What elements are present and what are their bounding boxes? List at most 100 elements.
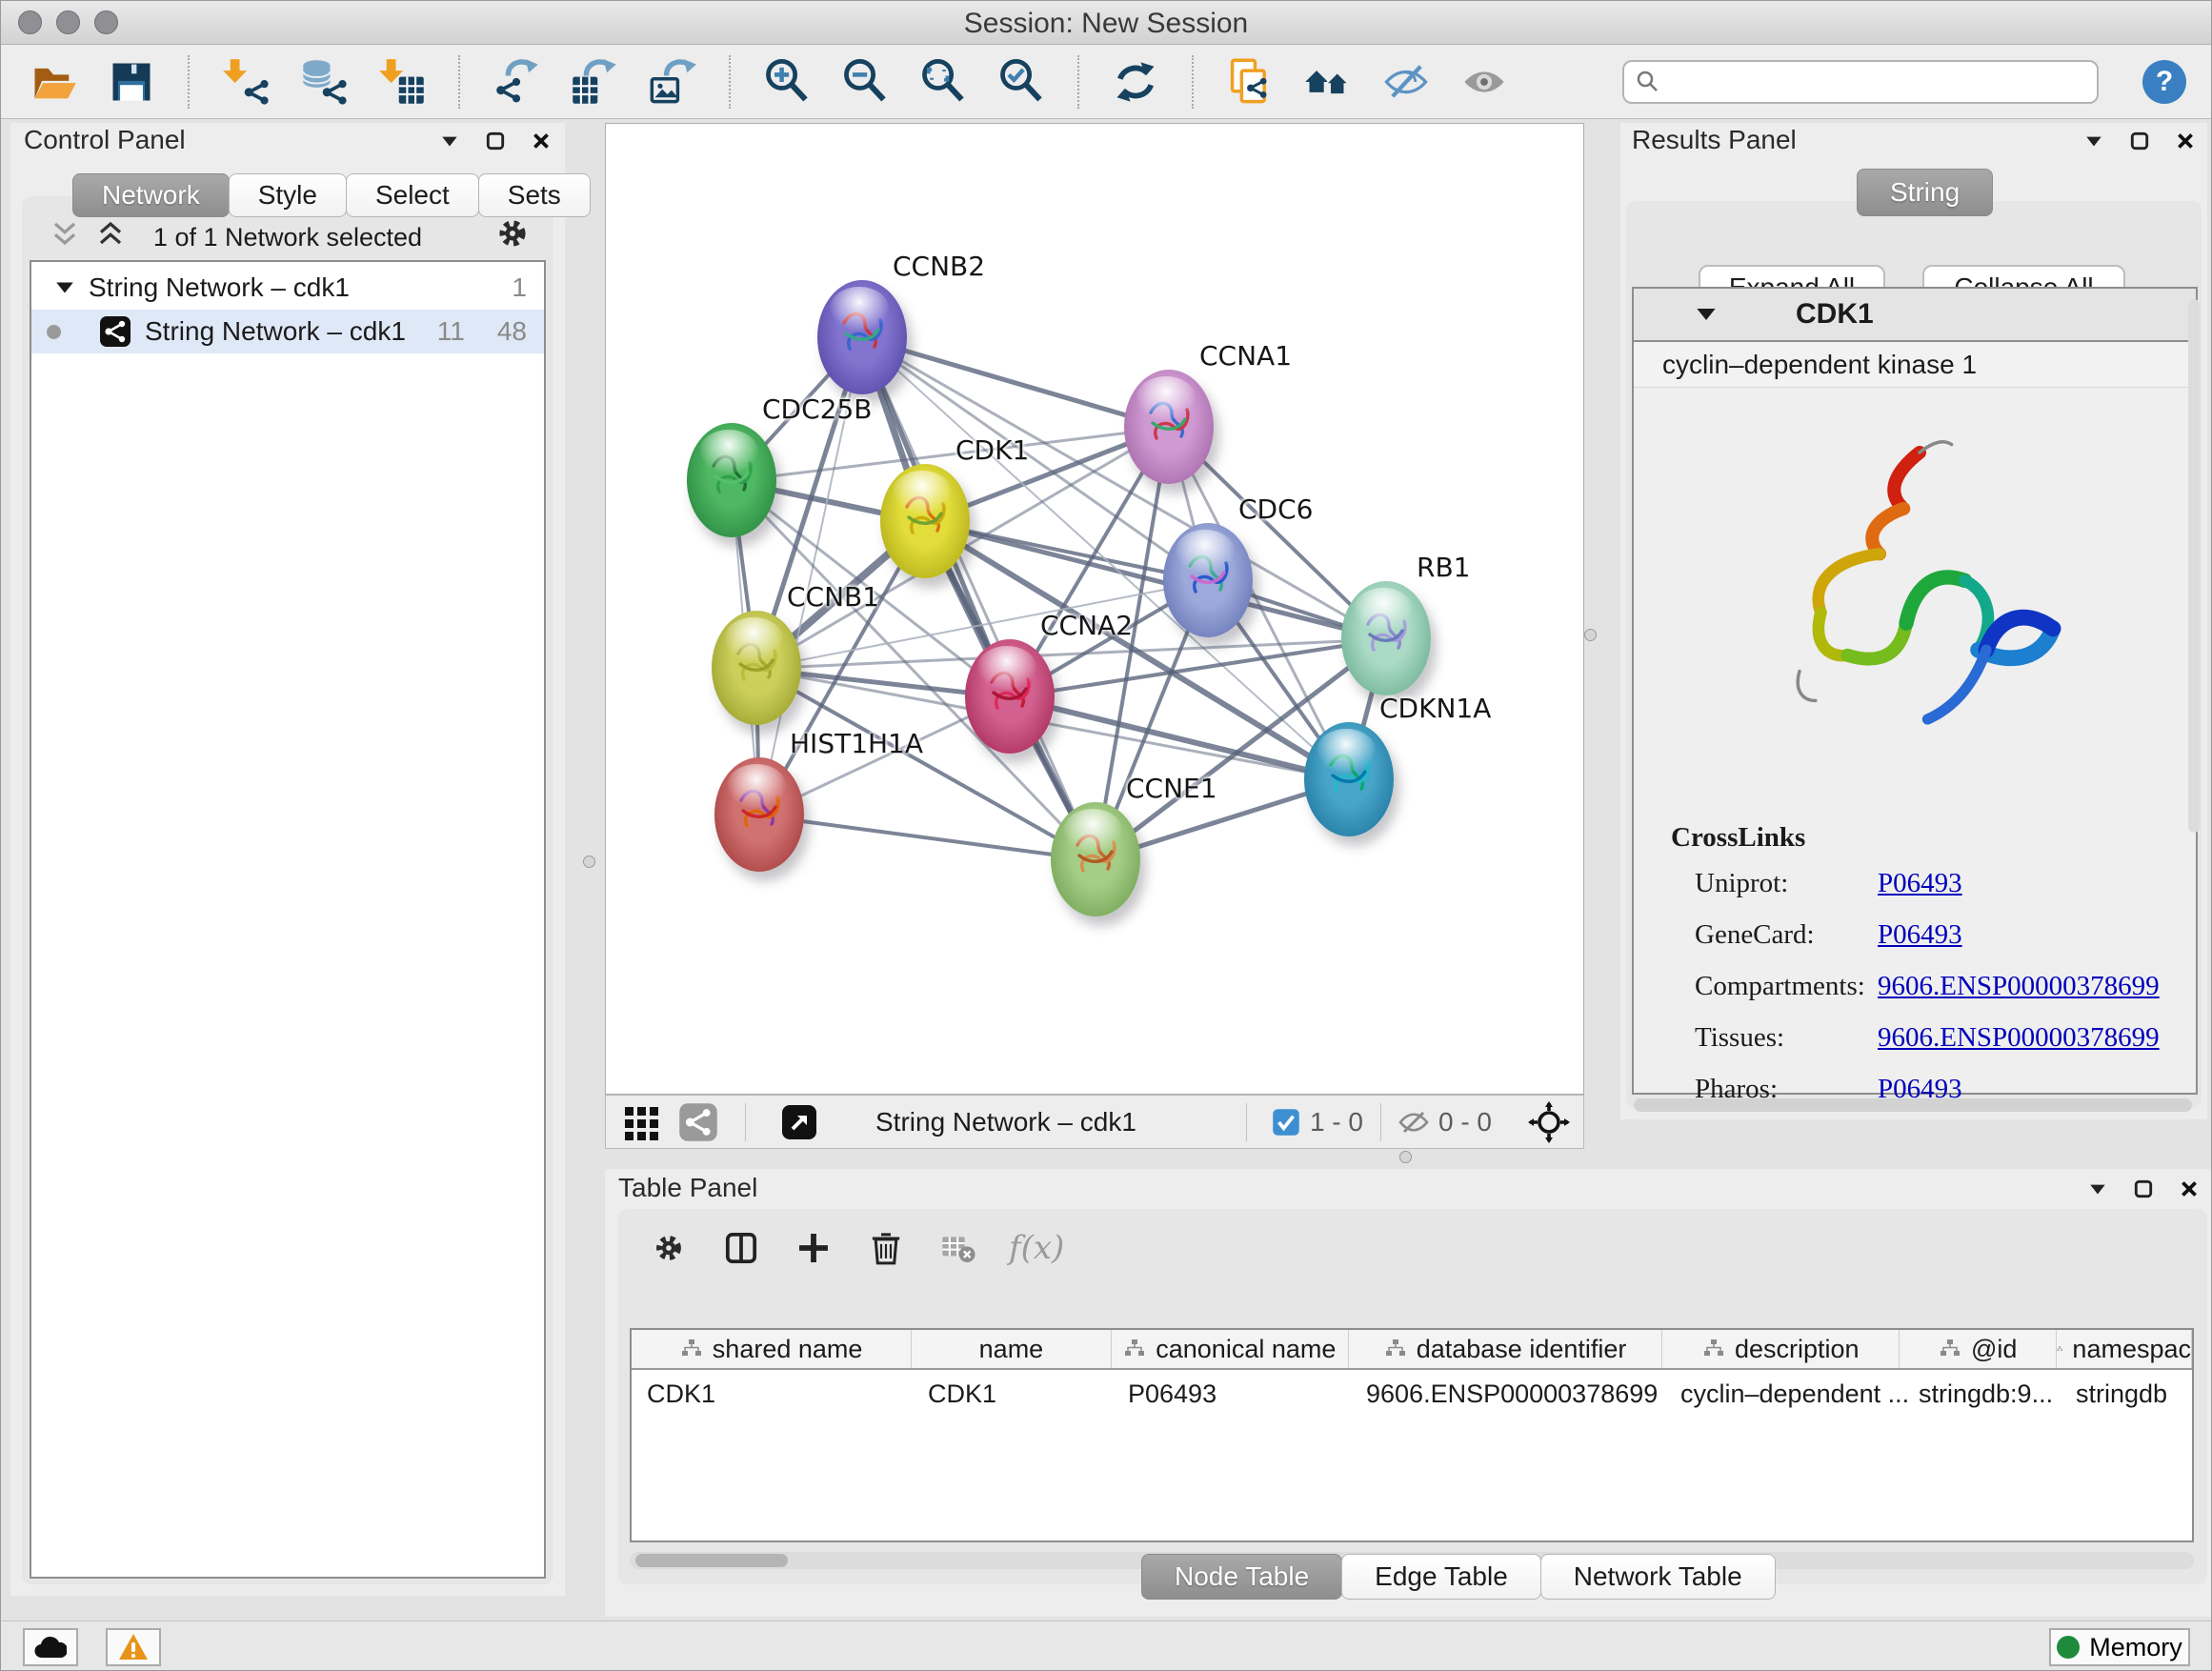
cell-id[interactable]: stringdb:9... (1919, 1379, 2053, 1409)
crosslink-compartments-link[interactable]: 9606.ENSP00000378699 (1878, 971, 2160, 1002)
results-hscrollbar[interactable] (1634, 1098, 2192, 1112)
node-HIST1H1A[interactable] (714, 757, 804, 872)
memory-button[interactable]: Memory (2049, 1628, 2190, 1666)
node-CDC25B[interactable] (687, 423, 776, 537)
export-image-button[interactable] (645, 54, 700, 110)
network-row[interactable]: String Network – cdk1 11 48 (31, 310, 544, 353)
network-badge-icon[interactable] (678, 1102, 718, 1142)
search-box[interactable] (1622, 60, 2099, 104)
collapse-gene-icon[interactable] (1695, 303, 1718, 326)
crosslink-tissues-link[interactable]: 9606.ENSP00000378699 (1878, 1022, 2160, 1054)
panel-close-icon[interactable] (2175, 131, 2196, 151)
column-header-namespac[interactable]: namespac (2057, 1330, 2192, 1368)
column-header-databaseidentifier[interactable]: database identifier (1349, 1330, 1662, 1368)
cell-databaseidentifier[interactable]: 9606.ENSP00000378699 (1366, 1379, 1658, 1409)
crosslink-label: GeneCard: (1695, 919, 1878, 951)
import-table-from-file-button[interactable] (374, 54, 430, 110)
results-vscrollbar[interactable] (2188, 299, 2200, 833)
apply-preferred-layout-button[interactable] (1108, 54, 1163, 110)
network-collection-row[interactable]: String Network – cdk1 1 (31, 266, 544, 310)
function-builder-icon[interactable]: f(x) (1009, 1229, 1064, 1267)
panel-float-icon[interactable] (485, 131, 506, 151)
node-CDK1[interactable] (880, 464, 970, 578)
crosslink-uniprot-link[interactable]: P06493 (1878, 868, 1962, 899)
column-header-sharedname[interactable]: shared name (632, 1330, 912, 1368)
crosslink-genecard-link[interactable]: P06493 (1878, 919, 1962, 951)
first-neighbors-button[interactable] (1300, 54, 1356, 110)
table-settings-gear-icon[interactable] (647, 1226, 691, 1270)
node-CDKN1A[interactable] (1304, 722, 1394, 836)
birdseye-view-icon[interactable] (780, 1103, 818, 1141)
zoom-selected-button[interactable] (994, 54, 1049, 110)
node-CDC6[interactable] (1163, 523, 1253, 637)
help-button[interactable]: ? (2142, 60, 2186, 104)
tab-edge-table[interactable]: Edge Table (1341, 1554, 1541, 1600)
cloud-status-button[interactable] (23, 1628, 78, 1666)
grid-view-icon[interactable] (621, 1101, 663, 1143)
node-CCNA2[interactable] (965, 639, 1055, 754)
gene-card-header[interactable]: CDK1 (1634, 289, 2196, 342)
cell-sharedname[interactable]: CDK1 (647, 1379, 715, 1409)
tab-network[interactable]: Network (72, 173, 230, 217)
panel-float-icon[interactable] (2129, 131, 2150, 151)
column-tree-icon (1702, 1339, 1725, 1359)
column-header-canonicalname[interactable]: canonical name (1112, 1330, 1349, 1368)
cell-description[interactable]: cyclin–dependent ... (1680, 1379, 1909, 1409)
tab-style[interactable]: Style (229, 173, 347, 217)
tab-string[interactable]: String (1857, 169, 1993, 216)
panel-menu-icon[interactable] (439, 131, 460, 151)
cell-canonicalname[interactable]: P06493 (1128, 1379, 1217, 1409)
column-header-id[interactable]: @id (1900, 1330, 2057, 1368)
create-column-plus-icon[interactable] (792, 1226, 835, 1270)
node-table: shared namenamecanonical namedatabase id… (630, 1328, 2194, 1542)
cell-namespac[interactable]: stringdb (2076, 1379, 2167, 1409)
fit-selected-crosshair-icon[interactable] (1528, 1101, 1570, 1143)
column-header-name[interactable]: name (912, 1330, 1111, 1368)
node-CCNB2[interactable] (817, 280, 907, 394)
network-canvas[interactable]: CCNB2CCNA1CDC25BCDK1CDC6RB1CCNB1CCNA2CDK… (606, 124, 1583, 1094)
hide-selected-button[interactable] (1378, 54, 1434, 110)
search-input[interactable] (1668, 67, 2085, 96)
open-session-button[interactable] (26, 54, 81, 110)
bottom-splitter-handle[interactable] (1399, 1151, 1412, 1163)
node-CCNB1[interactable] (712, 611, 801, 725)
panel-menu-icon[interactable] (2087, 1178, 2108, 1199)
import-network-from-file-button[interactable] (218, 54, 273, 110)
export-network-button[interactable] (489, 54, 544, 110)
show-columns-icon[interactable] (719, 1226, 763, 1270)
save-session-button[interactable] (104, 54, 159, 110)
delete-column-trash-icon[interactable] (864, 1226, 908, 1270)
panel-close-icon[interactable] (531, 131, 552, 151)
delete-table-icon[interactable] (936, 1226, 980, 1270)
warnings-button[interactable] (106, 1628, 161, 1666)
network-options-gear-icon[interactable] (493, 213, 533, 253)
tab-network-table[interactable]: Network Table (1540, 1554, 1776, 1600)
right-splitter-handle[interactable] (1584, 629, 1597, 641)
network-view[interactable]: CCNB2CCNA1CDC25BCDK1CDC6RB1CCNB1CCNA2CDK… (605, 123, 1584, 1095)
show-all-button[interactable] (1457, 54, 1512, 110)
tree-expander-icon[interactable] (54, 277, 75, 298)
tab-node-table[interactable]: Node Table (1141, 1554, 1342, 1600)
cell-name[interactable]: CDK1 (928, 1379, 996, 1409)
zoom-in-button[interactable] (759, 54, 814, 110)
zoom-out-button[interactable] (837, 54, 893, 110)
node-CCNE1[interactable] (1051, 802, 1140, 916)
panel-float-icon[interactable] (2133, 1178, 2154, 1199)
tab-sets[interactable]: Sets (478, 173, 591, 217)
tab-select[interactable]: Select (346, 173, 479, 217)
node-RB1[interactable] (1341, 581, 1431, 695)
copy-network-button[interactable] (1222, 54, 1277, 110)
toolbar-separator (1192, 55, 1194, 109)
import-network-from-database-button[interactable] (296, 54, 352, 110)
node-label-CDKN1A: CDKN1A (1379, 693, 1491, 724)
column-header-description[interactable]: description (1662, 1330, 1900, 1368)
table-hscrollbar-thumb[interactable] (635, 1554, 788, 1567)
node-CCNA1[interactable] (1124, 370, 1214, 484)
zoom-fit-content-button[interactable] (915, 54, 971, 110)
selected-checkbox-icon[interactable] (1272, 1108, 1300, 1137)
panel-close-icon[interactable] (2179, 1178, 2200, 1199)
panel-menu-icon[interactable] (2083, 131, 2104, 151)
zoom-out-icon (840, 57, 890, 107)
export-table-button[interactable] (567, 54, 622, 110)
left-splitter-handle[interactable] (583, 856, 595, 868)
